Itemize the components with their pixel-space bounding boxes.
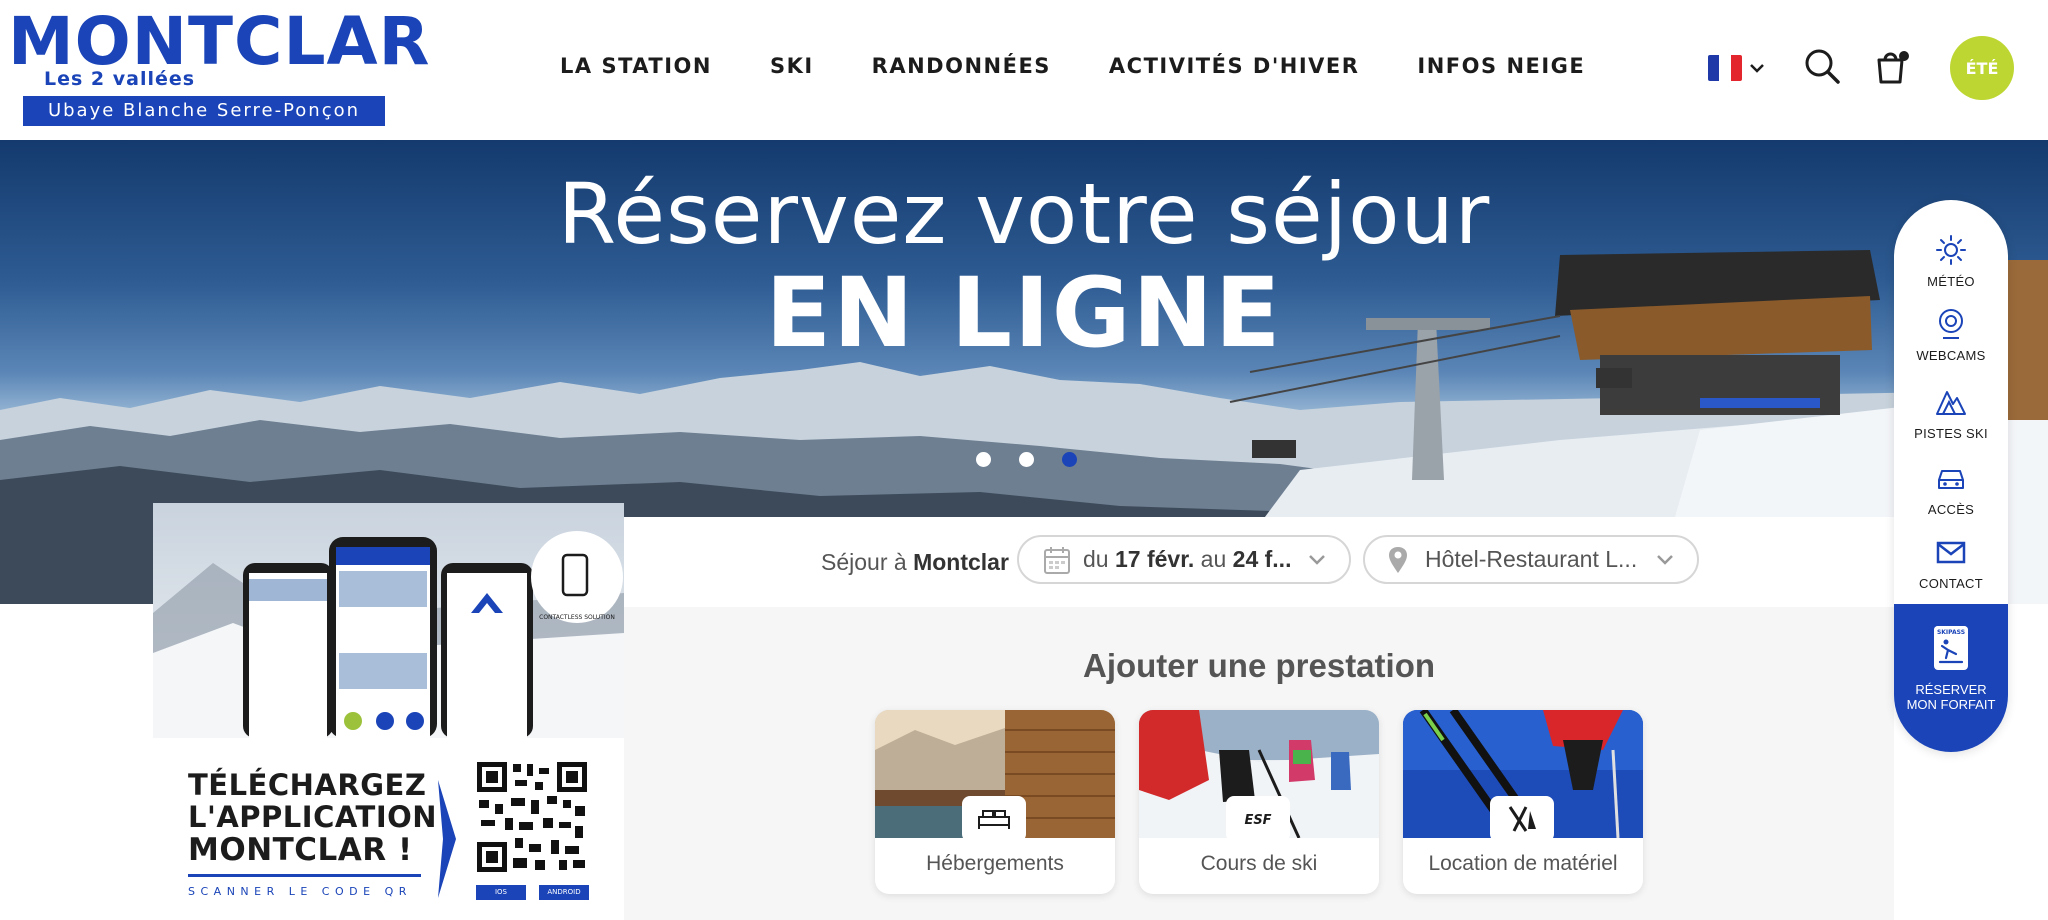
nav-item-la-station[interactable]: LA STATION (560, 54, 712, 78)
hotel-value: Hôtel-Restaurant L... (1425, 546, 1638, 572)
page: MONTCLAR Les 2 vallées Ubaye Blanche Ser… (0, 0, 2048, 920)
fr-flag-icon (1708, 55, 1742, 81)
booking-search-bar: Séjour à Montclar du 17 févr. au 24 f... (624, 517, 1894, 607)
service-card-label: Location de matériel (1428, 852, 1618, 875)
sun-icon (1936, 235, 1966, 265)
app-promo-line-3: MONTCLAR ! (188, 832, 413, 868)
chevron-down-icon (1750, 64, 1764, 73)
chevron-right-icon (438, 780, 456, 898)
service-card-hebergements[interactable]: Hébergements (875, 710, 1115, 894)
nav-item-ski[interactable]: SKI (770, 54, 814, 78)
logo-band: Ubaye Blanche Serre-Ponçon (23, 96, 385, 126)
car-icon (1938, 470, 1964, 489)
webcam-icon (1939, 309, 1963, 339)
service-card-location-materiel[interactable]: Location de matériel (1403, 710, 1643, 894)
ski-pass-icon-text: SKIPASS (1937, 629, 1965, 636)
stay-place: Montclar (913, 549, 1009, 575)
carousel-dots (976, 452, 1077, 467)
ski-rental-badge (1490, 796, 1554, 842)
esf-badge: ESF (1226, 796, 1290, 842)
mail-icon (1936, 541, 1966, 564)
main-nav: LA STATION SKI RANDONNÉES ACTIVITÉS D'HI… (560, 54, 1585, 78)
sidebar-item-label: ACCÈS (1927, 502, 1975, 517)
sidebar-item-meteo[interactable]: MÉTÉO (1894, 234, 2008, 304)
ski-rental-icon (1508, 806, 1536, 832)
hero-title: Réservez votre séjour (557, 165, 1491, 263)
sidebar-item-label: MÉTÉO (1927, 274, 1975, 289)
mountain-icon (1936, 391, 1966, 415)
stay-prefix: Séjour à (821, 549, 907, 575)
add-service-title: Ajouter une prestation (1082, 647, 1436, 684)
hero-subtitle: EN LIGNE (765, 257, 1283, 369)
nav-item-infos-neige[interactable]: INFOS NEIGE (1417, 54, 1585, 78)
logo-tagline: Les 2 vallées (44, 68, 196, 90)
book-ski-pass-label: RÉSERVER MON FORFAIT (1906, 682, 1996, 712)
service-card-cours-de-ski[interactable]: ESF Cours de ski (1139, 710, 1379, 894)
qr-code-image (475, 760, 589, 874)
sidebar-item-label: WEBCAMS (1916, 348, 1986, 363)
service-card-label: Cours de ski (1200, 852, 1318, 875)
language-selector[interactable] (1708, 54, 1768, 82)
carousel-dot-1[interactable] (976, 452, 991, 467)
app-promo-underline (188, 874, 421, 877)
date-from: 17 févr. (1114, 546, 1195, 572)
booking-panel: Séjour à Montclar du 17 févr. au 24 f... (624, 517, 1894, 920)
app-download-promo[interactable]: CONTACTLESS SOLUTION TÉLÉCHARGEZ L'APPLI… (153, 503, 624, 920)
shopping-bag-icon[interactable] (1872, 46, 1912, 86)
bed-icon (978, 810, 1010, 829)
app-promo-caption: TÉLÉCHARGEZ L'APPLICATION MONTCLAR ! SCA… (153, 738, 624, 920)
ios-download-label: IOS (494, 888, 508, 896)
ski-pass-icon: SKIPASS (1934, 626, 1968, 670)
sidebar-item-contact[interactable]: CONTACT (1894, 536, 2008, 606)
date-to: 24 f... (1232, 546, 1292, 572)
esf-icon-text: ESF (1244, 813, 1271, 828)
android-download-button[interactable]: ANDROID (539, 885, 589, 900)
android-download-label: ANDROID (547, 888, 581, 896)
app-promo-line-1: TÉLÉCHARGEZ (188, 768, 427, 802)
ios-download-button[interactable]: IOS (476, 885, 526, 900)
bed-badge (962, 796, 1026, 842)
carousel-dot-2[interactable] (1019, 452, 1034, 467)
sidebar-item-label: CONTACT (1919, 576, 1983, 591)
chevron-down-icon (1657, 555, 1673, 565)
date-range-selector[interactable]: du 17 févr. au 24 f... (1017, 535, 1351, 584)
nav-item-activites-hiver[interactable]: ACTIVITÉS D'HIVER (1109, 54, 1360, 78)
sidebar-item-webcams[interactable]: WEBCAMS (1894, 308, 2008, 378)
date-to-prefix: au (1200, 546, 1227, 572)
hotel-selector[interactable]: Hôtel-Restaurant L... (1363, 535, 1699, 584)
location-pin-icon (1389, 546, 1407, 573)
montclar-logo[interactable]: MONTCLAR Les 2 vallées Ubaye Blanche Ser… (8, 6, 429, 128)
sidebar-item-label: PISTES SKI (1914, 426, 1988, 441)
app-promo-scan-text: SCANNER LE CODE QR (188, 885, 412, 898)
chevron-down-icon (1309, 555, 1325, 565)
contactless-badge-text: CONTACTLESS SOLUTION (539, 614, 615, 621)
date-range-value: du 17 févr. au 24 f... (1083, 546, 1291, 573)
esf-icon: ESF (1244, 813, 1271, 828)
quick-access-sidebar: MÉTÉO WEBCAMS PISTES SKI ACCÈS CONTACT S… (1894, 200, 2008, 752)
service-card-label: Hébergements (926, 852, 1064, 875)
date-from-prefix: du (1083, 546, 1109, 572)
season-button-label: ÉTÉ (1965, 58, 1999, 78)
nav-item-randonnees[interactable]: RANDONNÉES (872, 54, 1051, 78)
sidebar-item-acces[interactable]: ACCÈS (1894, 462, 2008, 532)
calendar-icon (1044, 546, 1070, 574)
sidebar-item-pistes-ski[interactable]: PISTES SKI (1894, 386, 2008, 456)
book-ski-pass-button[interactable]: SKIPASS RÉSERVER MON FORFAIT (1894, 604, 2008, 752)
search-icon[interactable] (1802, 46, 1842, 86)
app-promo-line-2: L'APPLICATION (188, 800, 438, 834)
app-phones-image: CONTACTLESS SOLUTION (153, 503, 624, 738)
site-header: MONTCLAR Les 2 vallées Ubaye Blanche Ser… (0, 0, 2048, 140)
carousel-dot-3[interactable] (1062, 452, 1077, 467)
summer-season-button[interactable]: ÉTÉ (1950, 36, 2014, 100)
stay-location-label: Séjour à Montclar (821, 549, 1009, 576)
